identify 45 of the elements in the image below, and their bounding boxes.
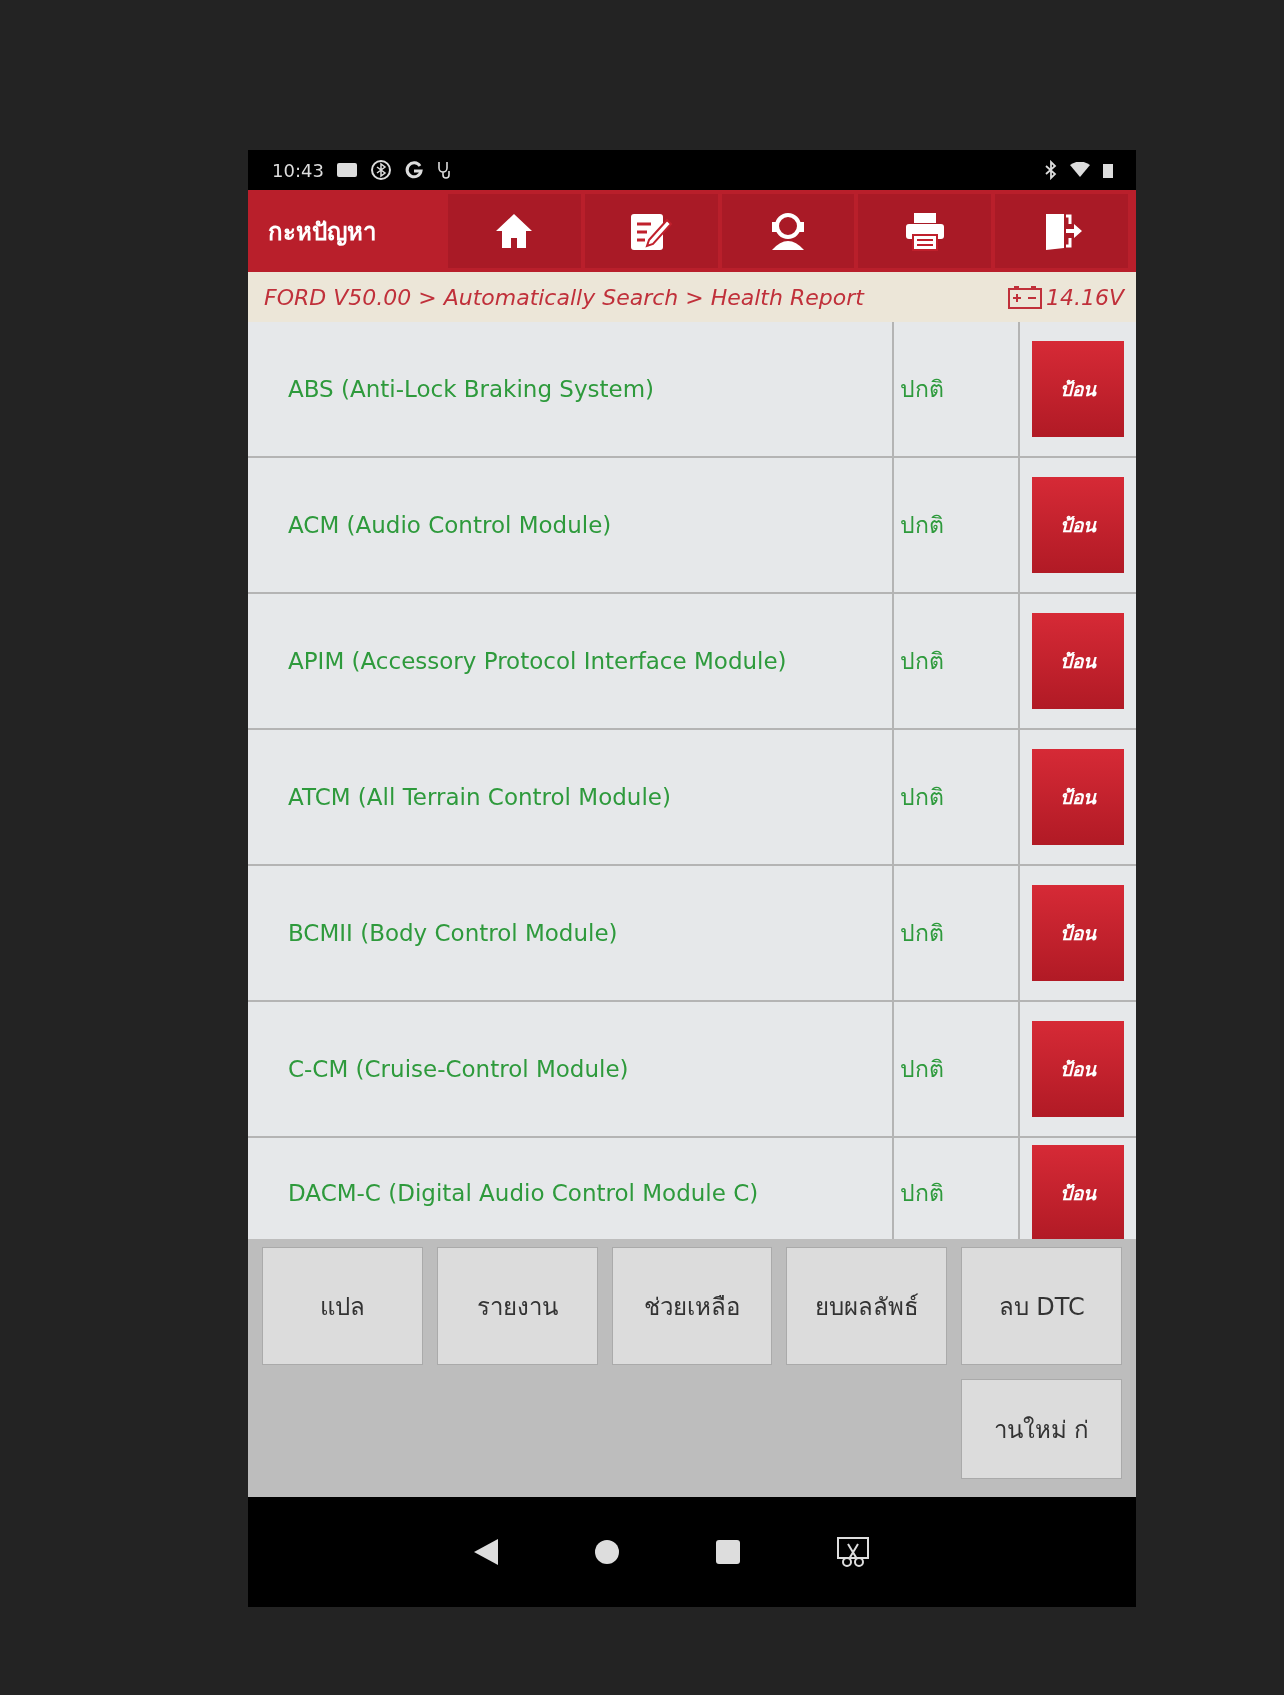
status-cell: ปกติ bbox=[894, 730, 1020, 864]
support-button[interactable] bbox=[721, 194, 855, 268]
function-button[interactable]: แปล bbox=[262, 1247, 423, 1365]
enter-button[interactable]: ป้อน bbox=[1032, 613, 1124, 709]
enter-button[interactable]: ป้อน bbox=[1032, 477, 1124, 573]
function-button[interactable]: านใหม่ ก่ bbox=[961, 1379, 1122, 1479]
status-cell: ปกติ bbox=[894, 458, 1020, 592]
enter-button[interactable]: ป้อน bbox=[1032, 1021, 1124, 1117]
module-name-cell: ABS (Anti-Lock Braking System) bbox=[248, 322, 894, 456]
function-button[interactable]: ช่วยเหลือ bbox=[611, 1247, 773, 1365]
printer-icon bbox=[903, 211, 946, 251]
g-letter-icon bbox=[403, 160, 424, 180]
back-icon[interactable] bbox=[474, 1539, 498, 1565]
screenshot-icon[interactable] bbox=[836, 1536, 870, 1568]
status-time: 10:43 bbox=[272, 159, 324, 181]
status-cell: ปกติ bbox=[894, 594, 1020, 728]
home-circle-icon[interactable] bbox=[594, 1539, 620, 1565]
voltage-reading: 14.16V bbox=[1045, 284, 1124, 310]
header-title: กะหปัญหา bbox=[267, 216, 377, 248]
module-name-cell: ACM (Audio Control Module) bbox=[248, 458, 894, 592]
enter-button[interactable]: ป้อน bbox=[1032, 885, 1124, 981]
status-cell: ปกติ bbox=[894, 322, 1020, 456]
module-name-cell: ATCM (All Terrain Control Module) bbox=[248, 730, 894, 864]
status-cell: ปกติ bbox=[894, 1002, 1020, 1136]
function-button[interactable]: ยบผลลัพธ์ bbox=[786, 1247, 948, 1365]
function-button[interactable]: ลบ DTC bbox=[961, 1247, 1122, 1365]
home-button[interactable] bbox=[448, 194, 581, 268]
wifi-icon bbox=[1070, 162, 1090, 178]
battery-icon bbox=[1102, 161, 1114, 179]
enter-button[interactable]: ป้อน bbox=[1032, 341, 1124, 437]
bluetooth-circle-icon bbox=[369, 159, 392, 181]
exit-button[interactable] bbox=[995, 194, 1128, 268]
enter-button[interactable]: ป้อน bbox=[1032, 749, 1124, 845]
module-name-cell: BCMII (Body Control Module) bbox=[248, 866, 894, 1000]
breadcrumb-path: FORD V50.00 > Automatically Search > Health Report bbox=[264, 284, 866, 310]
enter-button[interactable]: ป้อน bbox=[1032, 1145, 1124, 1241]
module-name-cell: APIM (Accessory Protocol Interface Module) bbox=[248, 594, 894, 728]
edit-button[interactable] bbox=[584, 194, 718, 268]
battery-voltage-icon bbox=[1007, 285, 1042, 309]
module-name-cell: C-CM (Cruise-Control Module) bbox=[248, 1002, 894, 1136]
function-button[interactable]: รายงาน bbox=[436, 1247, 598, 1365]
notification-icon bbox=[335, 161, 358, 179]
print-button[interactable] bbox=[858, 194, 992, 268]
bluetooth-icon bbox=[1044, 160, 1058, 180]
status-cell: ปกติ bbox=[894, 866, 1020, 1000]
